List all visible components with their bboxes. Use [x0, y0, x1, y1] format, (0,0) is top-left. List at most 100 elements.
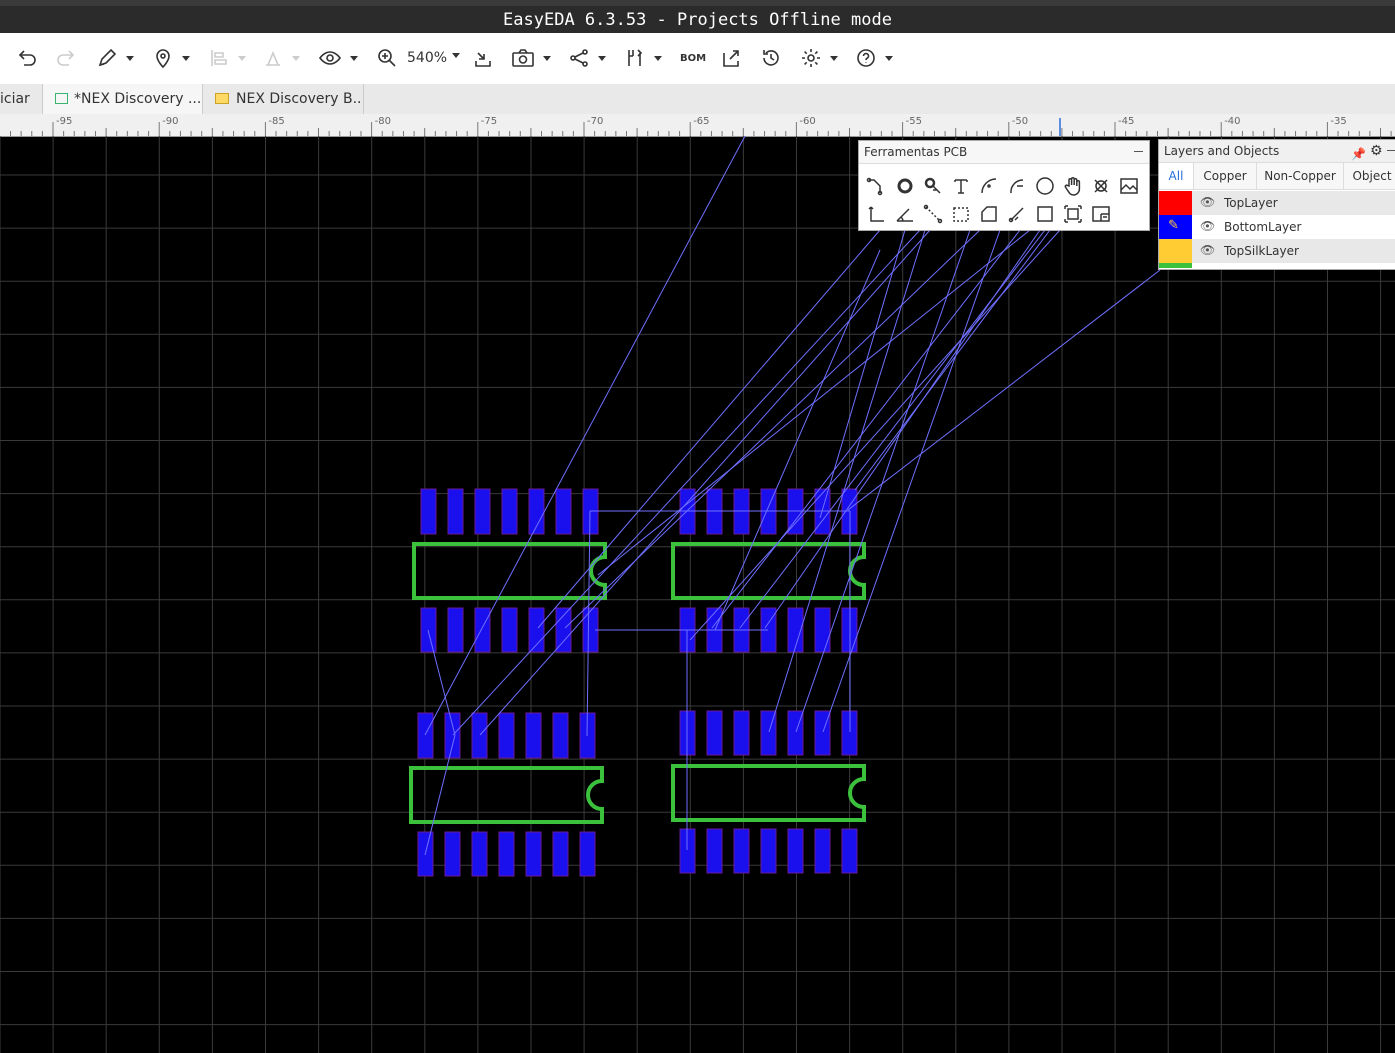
- copper-area-tool[interactable]: [978, 203, 1000, 225]
- eye-icon[interactable]: 👁: [1200, 195, 1215, 209]
- layer-color-swatch[interactable]: [1159, 239, 1192, 263]
- smd-pad[interactable]: [787, 828, 804, 874]
- layer-row-top-silk[interactable]: 👁 TopSilkLayer: [1159, 239, 1395, 263]
- smd-pad[interactable]: [706, 828, 723, 874]
- distribute-menu-button[interactable]: [262, 43, 300, 73]
- rect-tool[interactable]: [1034, 203, 1056, 225]
- smd-pad[interactable]: [525, 831, 542, 877]
- track-tool[interactable]: [866, 175, 888, 197]
- text-tool[interactable]: [950, 175, 972, 197]
- zoom-in-icon: [378, 49, 396, 67]
- undo-icon: [18, 50, 36, 66]
- place-menu-button[interactable]: [152, 43, 190, 73]
- arc-tool[interactable]: [978, 175, 1000, 197]
- smd-pad[interactable]: [498, 831, 515, 877]
- arc-icon: [981, 178, 997, 194]
- align-menu-button[interactable]: [208, 43, 246, 73]
- connect-pad-tool[interactable]: [1090, 175, 1112, 197]
- smd-pad[interactable]: [417, 712, 434, 759]
- smd-pad[interactable]: [733, 828, 750, 874]
- smd-pad[interactable]: [552, 712, 569, 759]
- angle-tool[interactable]: [894, 203, 916, 225]
- draw-menu-button[interactable]: [96, 43, 134, 73]
- smd-pad[interactable]: [555, 488, 572, 535]
- smd-pad[interactable]: [706, 710, 723, 756]
- circle-tool[interactable]: [1034, 175, 1056, 197]
- tab-start[interactable]: iciar: [0, 84, 43, 114]
- help-menu-button[interactable]: [855, 43, 893, 73]
- tab-pcb-document[interactable]: *NEX Discovery ...: [43, 84, 203, 114]
- smd-pad[interactable]: [760, 828, 777, 874]
- pcb-canvas[interactable]: [0, 136, 1395, 1053]
- smd-pad[interactable]: [579, 831, 596, 877]
- tab-non-copper[interactable]: Non-Copper: [1257, 163, 1344, 189]
- zoom-button[interactable]: 540%: [376, 43, 461, 73]
- redo-button[interactable]: [55, 43, 77, 73]
- import-button[interactable]: [472, 43, 494, 73]
- share-menu-button[interactable]: [568, 43, 606, 73]
- pad-tool[interactable]: [894, 175, 916, 197]
- eye-icon[interactable]: 👁: [1200, 243, 1215, 257]
- tools-menu-button[interactable]: [624, 43, 662, 73]
- history-button[interactable]: [760, 43, 782, 73]
- smd-pad[interactable]: [474, 488, 491, 535]
- pcb-drawing[interactable]: [0, 136, 1395, 1053]
- smd-pad[interactable]: [447, 488, 464, 535]
- smd-pad[interactable]: [498, 712, 515, 759]
- layer-color-swatch: [1159, 263, 1192, 268]
- smd-pad[interactable]: [841, 828, 858, 874]
- smd-pad[interactable]: [814, 607, 831, 653]
- layer-row-bottom[interactable]: ✎ 👁 BottomLayer: [1159, 215, 1395, 239]
- settings-menu-button[interactable]: [800, 43, 838, 73]
- layer-color-swatch[interactable]: [1159, 191, 1192, 215]
- smd-pad[interactable]: [555, 607, 572, 653]
- camera-menu-button[interactable]: [511, 43, 551, 73]
- zoom-level: 540%: [407, 50, 448, 66]
- smd-pad[interactable]: [444, 831, 461, 877]
- tab-copper[interactable]: Copper: [1194, 163, 1257, 189]
- smd-pad[interactable]: [474, 607, 491, 653]
- export-icon: [723, 50, 739, 67]
- ratline: [847, 269, 1161, 511]
- eye-icon[interactable]: 👁: [1200, 219, 1215, 233]
- image-tool[interactable]: [1118, 175, 1140, 197]
- smd-pad[interactable]: [447, 607, 464, 653]
- ic-silk-outline[interactable]: [412, 542, 607, 600]
- minimize-icon[interactable]: [1134, 151, 1143, 152]
- smd-pad[interactable]: [814, 828, 831, 874]
- smd-pad[interactable]: [552, 831, 569, 877]
- tab-object[interactable]: Object: [1344, 163, 1395, 189]
- bom-button[interactable]: BOM: [680, 43, 706, 73]
- center-arc-tool[interactable]: [1006, 175, 1028, 197]
- ic-silk-outline[interactable]: [671, 542, 866, 600]
- tab-project-folder[interactable]: NEX Discovery B...: [205, 84, 364, 114]
- smd-pad[interactable]: [471, 831, 488, 877]
- redo-icon: [57, 50, 75, 66]
- circle-icon: [1036, 177, 1054, 195]
- cut-tool[interactable]: [1006, 203, 1028, 225]
- smd-pad[interactable]: [420, 488, 437, 535]
- pin-icon[interactable]: 📌: [1351, 143, 1366, 165]
- dimension-tool[interactable]: [866, 203, 888, 225]
- smd-pad[interactable]: [733, 710, 750, 756]
- gear-icon[interactable]: ⚙: [1370, 140, 1383, 162]
- pan-tool[interactable]: [1062, 175, 1084, 197]
- smd-pad[interactable]: [501, 488, 518, 535]
- view-menu-button[interactable]: [318, 43, 358, 73]
- group-tool[interactable]: [1062, 203, 1084, 225]
- smd-pad[interactable]: [444, 712, 461, 759]
- layout-icon: [1092, 206, 1110, 222]
- smd-pad[interactable]: [501, 607, 518, 653]
- select-area-tool[interactable]: [950, 203, 972, 225]
- tab-all[interactable]: All: [1159, 163, 1194, 189]
- connect-tool[interactable]: [922, 203, 944, 225]
- smd-pad[interactable]: [525, 712, 542, 759]
- undo-button[interactable]: [16, 43, 38, 73]
- horizontal-ruler: -95 -90 -85 -80 -75 -70 -65 -60 -55 -50 -45 -40 -35: [0, 114, 1395, 137]
- via-tool[interactable]: [922, 175, 944, 197]
- layer-row-top[interactable]: 👁 TopLayer: [1159, 191, 1395, 215]
- export-button[interactable]: [720, 43, 742, 73]
- smd-pad[interactable]: [471, 712, 488, 759]
- canvas-origin-tool[interactable]: [1090, 203, 1112, 225]
- minimize-icon[interactable]: [1387, 150, 1395, 151]
